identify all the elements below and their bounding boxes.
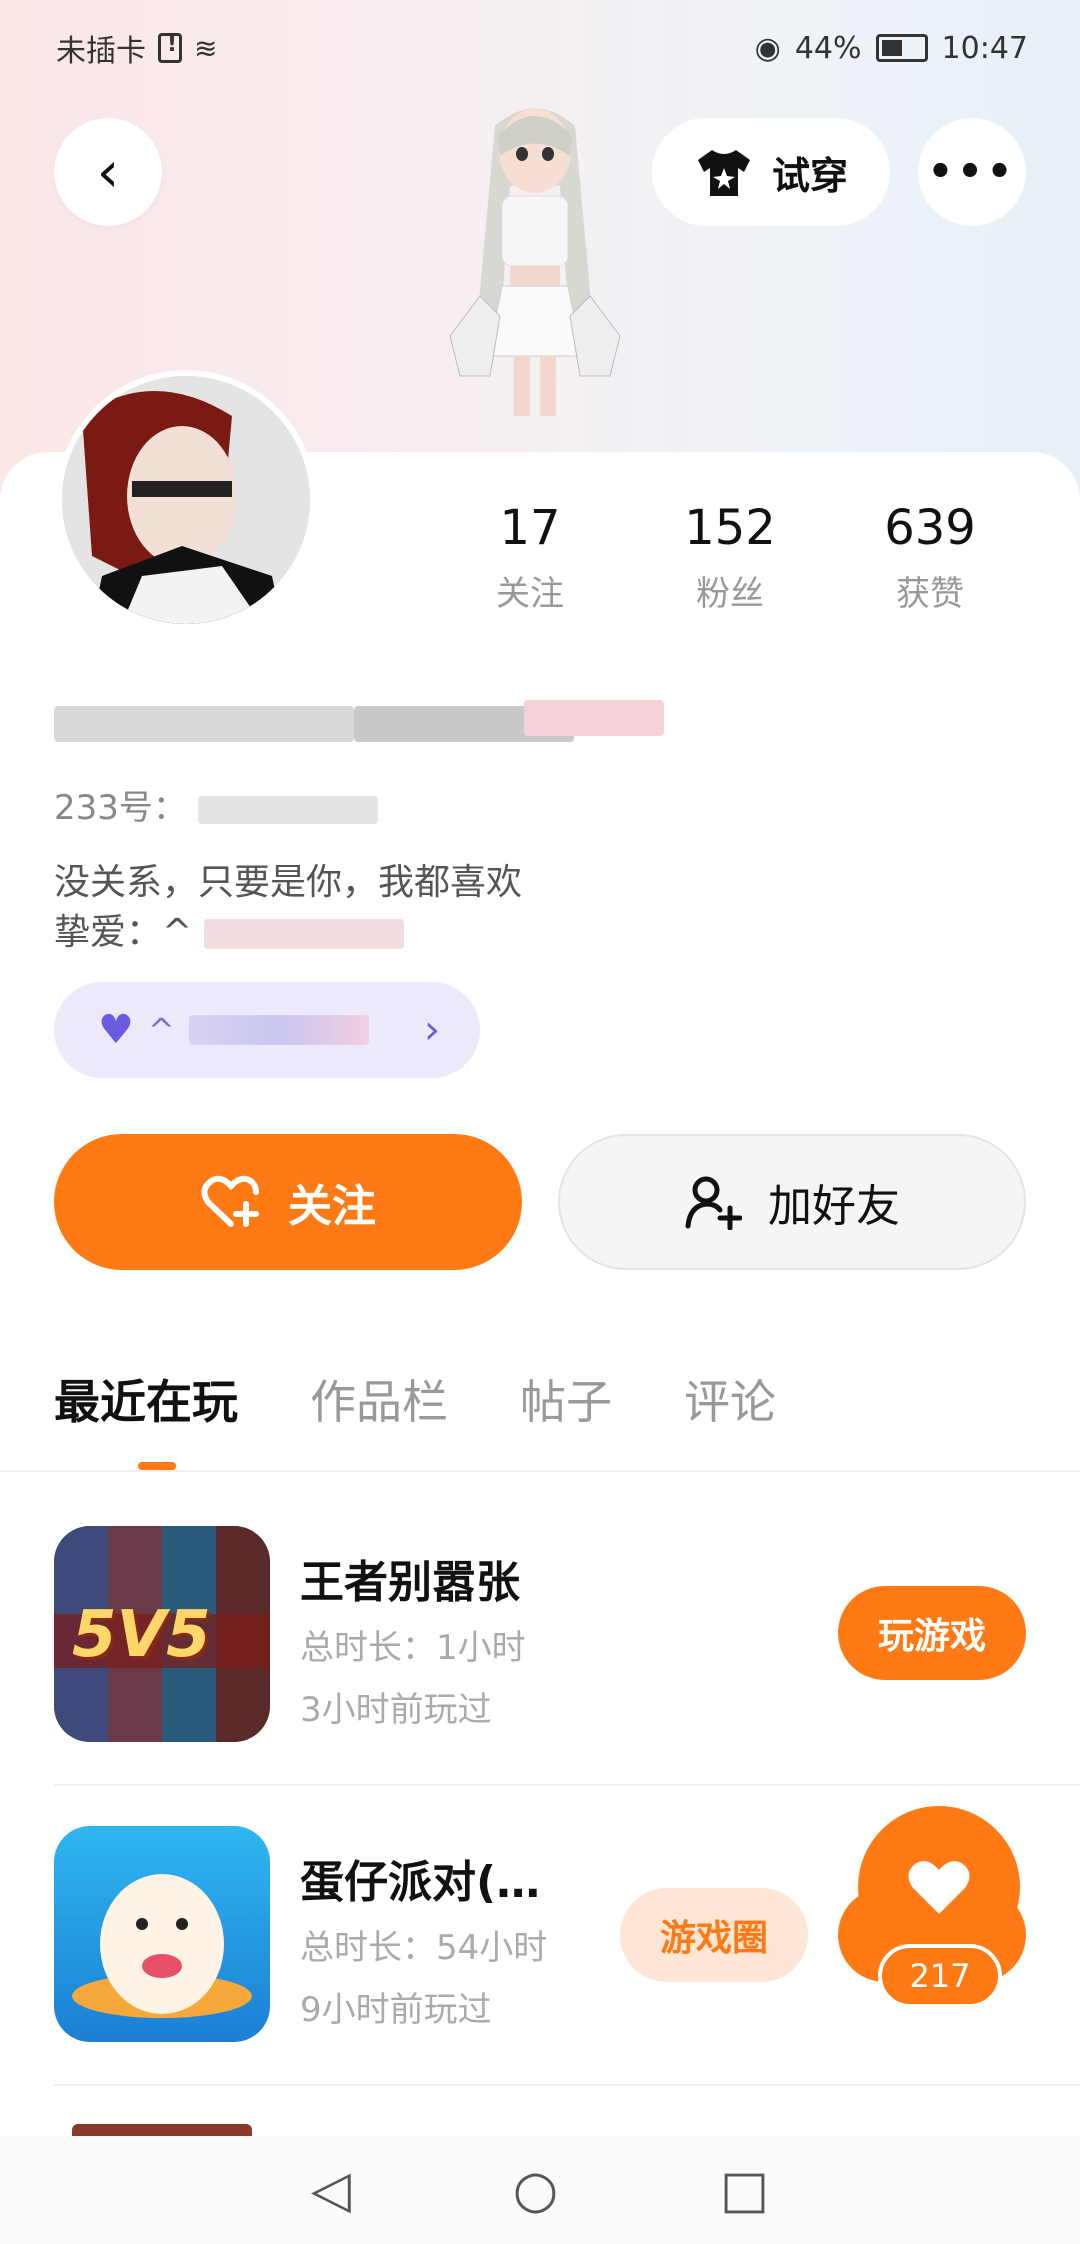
tshirt-icon [697,150,750,196]
tab-recently-played[interactable]: 最近在玩 [54,1366,238,1432]
game-title: 王者别嚣张 [300,1557,520,1608]
avatar-3d-figure[interactable] [410,96,660,456]
bio-line-2: 挚爱：^ [54,908,522,958]
tab-posts[interactable]: 帖子 [520,1366,612,1432]
clock: 10:47 [941,30,1028,66]
row-divider [54,1784,1080,1786]
follow-label: 关注 [288,1181,376,1232]
chevron-left-icon: ‹ [96,139,120,205]
active-tab-indicator [138,1462,176,1470]
add-friend-label: 加好友 [768,1181,900,1232]
game-icon-eggy [54,1826,270,2042]
nav-home-icon[interactable]: ○ [513,2160,558,2220]
game-title: 蛋仔派对(… [300,1857,541,1908]
add-user-icon [685,1176,742,1230]
following-label: 关注 [496,574,564,614]
row-divider [54,2084,1080,2086]
status-left: 未插卡 ≋ [56,26,217,70]
stat-following[interactable]: 17 关注 [430,500,630,615]
double-heart-icon: ♥ [98,1007,134,1053]
likes-label: 获赞 [896,574,964,614]
carrier-text: 未插卡 [56,34,146,69]
battery-percent: 44% [794,30,862,66]
fans-label: 粉丝 [696,574,764,614]
avatar-image [62,376,310,624]
user-id-label: 233号： [54,788,187,828]
system-nav-bar: ◁ ○ □ [0,2136,1080,2244]
bio: 没关系，只要是你，我都喜欢 挚爱：^ [54,858,522,958]
tab-comments[interactable]: 评论 [684,1366,776,1432]
user-id-line: 233号： [54,780,378,829]
game-last-played: 3小时前玩过 [300,1690,492,1730]
try-on-button[interactable]: 试穿 [652,118,890,226]
following-count: 17 [499,500,561,556]
close-friend-prefix: ^ [147,1011,175,1049]
game-last-played: 9小时前玩过 [300,1990,492,2030]
nav-back-icon[interactable]: ◁ [311,2160,351,2220]
tab-works[interactable]: 作品栏 [310,1366,448,1432]
user-id-blurred [197,795,378,824]
add-friend-button[interactable]: 加好友 [558,1134,1026,1270]
bio-line-2-text: 挚爱：^ [54,912,193,953]
likes-count: 639 [884,500,976,556]
nav-recents-icon[interactable]: □ [720,2160,769,2220]
bio-line-1: 没关系，只要是你，我都喜欢 [54,862,523,903]
like-count: 217 [878,1944,1002,2008]
eye-icon: ◉ [754,30,781,66]
stat-likes[interactable]: 639 获赞 [830,500,1030,615]
bio-line-2-blurred [203,919,404,949]
fans-count: 152 [684,500,776,556]
game-total-time: 总时长：1小时 [300,1628,526,1668]
try-on-label: 试穿 [771,153,848,198]
close-friend-pill[interactable]: ♥ ^ › [54,982,480,1078]
avatar[interactable] [56,370,316,630]
list-item[interactable]: 5V5 王者别嚣张 总时长：1小时 3小时前玩过 玩游戏 [54,1526,1080,1746]
game-icon-honor: 5V5 [54,1526,270,1742]
heart-plus-icon [201,1175,259,1227]
more-options-button[interactable]: ••• [918,118,1026,226]
play-game-button[interactable]: 玩游戏 [838,1586,1026,1680]
chevron-right-icon: › [424,1007,440,1053]
next-game-icon-partial [72,2124,252,2136]
heart-icon [908,1861,970,1914]
back-button[interactable]: ‹ [54,118,162,226]
username-blurred [54,694,664,754]
status-bar: 未插卡 ≋ ◉ 44% 10:47 [0,0,1080,96]
like-fab[interactable]: 217 [858,1806,1026,2008]
game-icon-text: 5V5 [72,1598,211,1672]
follow-button[interactable]: 关注 [54,1134,522,1270]
profile-tabs: 最近在玩 作品栏 帖子 评论 [54,1366,776,1432]
more-dots-icon: ••• [927,149,1017,195]
tabs-divider [0,1470,1080,1472]
battery-icon [875,34,928,62]
stats-row: 17 关注 152 粉丝 639 获赞 [430,500,1030,615]
stat-fans[interactable]: 152 粉丝 [630,500,830,615]
game-total-time: 总时长：54小时 [300,1928,548,1968]
game-circle-button[interactable]: 游戏圈 [620,1888,808,1982]
wifi-icon: ≋ [194,31,218,65]
sim-alert-icon [158,32,182,63]
status-right: ◉ 44% 10:47 [755,31,1028,66]
close-friend-name-blurred [188,1015,369,1045]
